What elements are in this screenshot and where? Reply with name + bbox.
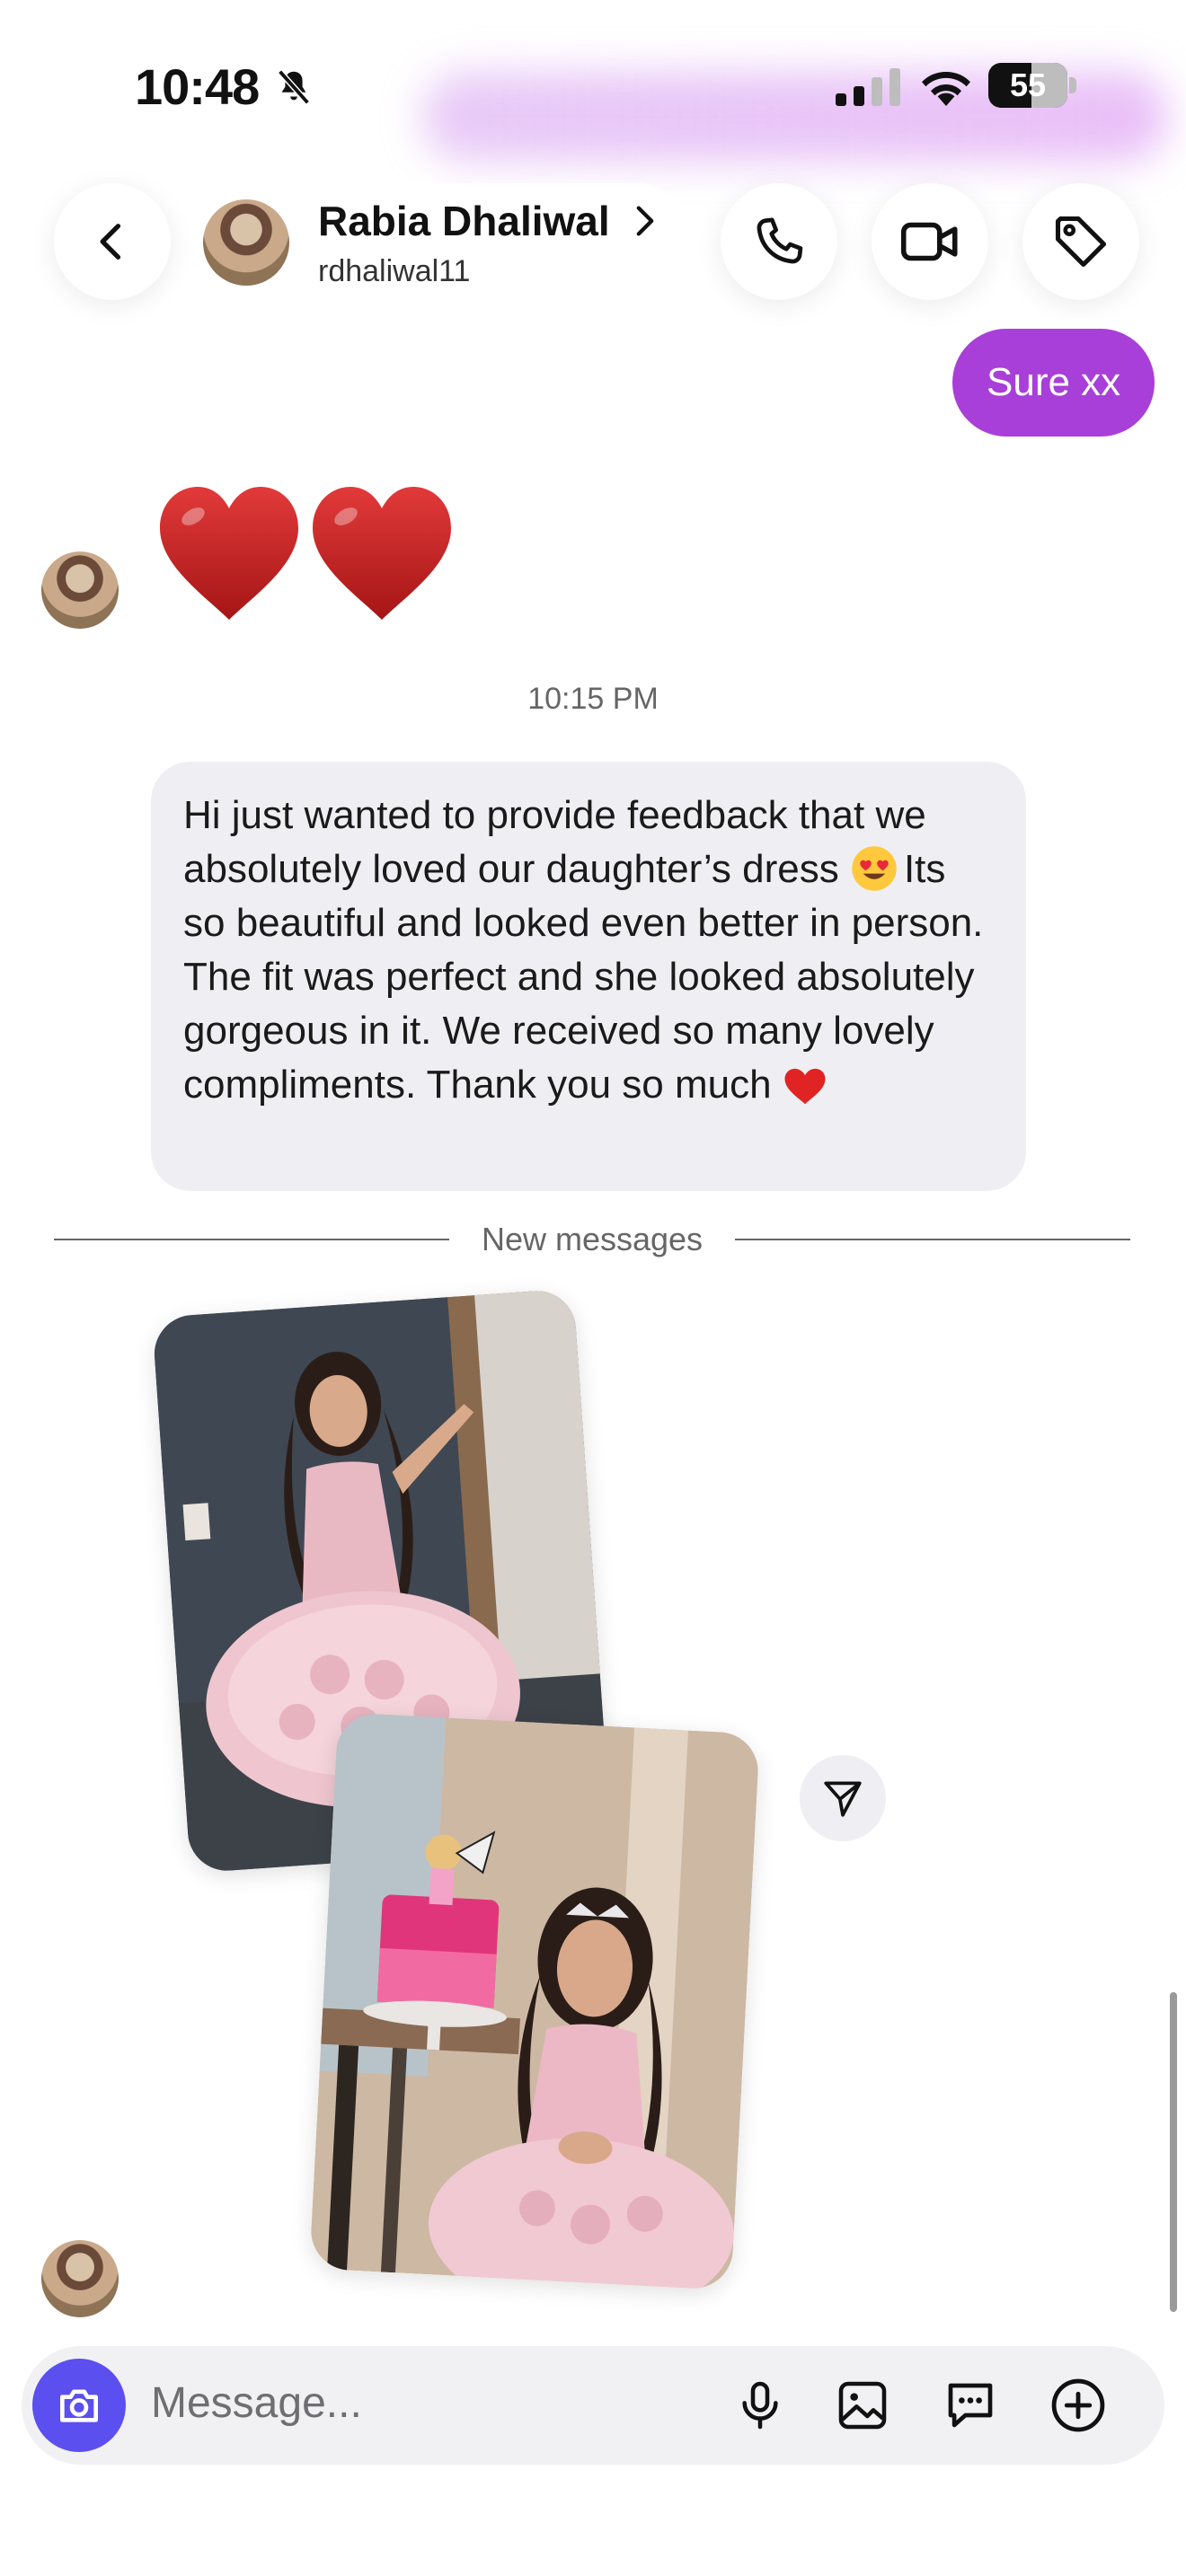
sticker-button[interactable] (934, 2369, 1006, 2441)
header-avatar[interactable] (203, 199, 289, 286)
message-input[interactable] (151, 2371, 708, 2434)
hearts-reaction-message[interactable] (153, 476, 458, 629)
video-call-button[interactable] (872, 183, 988, 300)
photo-2-image (309, 1712, 760, 2290)
status-time: 10:48 (135, 58, 260, 115)
divider-line-left (54, 1239, 449, 1240)
video-camera-icon (900, 222, 958, 261)
tag-button[interactable] (1022, 183, 1139, 300)
received-message-bubble[interactable]: Hi just wanted to provide feedback that … (151, 762, 1026, 1191)
heart-emoji-2 (313, 487, 451, 620)
sticker-icon (948, 2383, 993, 2428)
back-button[interactable] (54, 183, 171, 300)
phone-icon (757, 217, 803, 264)
gallery-button[interactable] (827, 2369, 898, 2441)
gallery-icon (838, 2381, 887, 2430)
tag-icon (1055, 216, 1107, 268)
battery-tip (1069, 77, 1076, 93)
voice-call-button[interactable] (721, 183, 837, 300)
cellular-signal-icon (836, 68, 900, 106)
bell-slash-icon (278, 69, 310, 105)
heart-eyes-emoji-icon (852, 846, 897, 891)
scrollbar[interactable] (1170, 1992, 1177, 2312)
wifi-icon (922, 71, 970, 106)
chevron-right-icon (636, 206, 654, 236)
more-options-button[interactable] (1042, 2369, 1114, 2441)
contact-handle: rdhaliwal11 (318, 254, 471, 288)
divider-line-right (735, 1239, 1130, 1240)
camera-button[interactable] (32, 2359, 126, 2452)
sender-avatar[interactable] (41, 2240, 119, 2317)
new-messages-divider-label: New messages (481, 1221, 704, 1257)
red-heart-emoji-icon (784, 1068, 826, 1105)
contact-name[interactable]: Rabia Dhaliwal (318, 194, 610, 248)
sent-message-bubble[interactable]: Sure xx (952, 329, 1155, 437)
battery-icon: 55 (988, 63, 1078, 108)
back-chevron-icon (100, 224, 121, 260)
message-timestamp: 10:15 PM (527, 682, 659, 716)
camera-icon (60, 2389, 98, 2422)
sender-avatar[interactable] (41, 551, 119, 629)
received-text-line1: Hi just wanted to provide feedback that … (183, 793, 926, 891)
battery-level: 55 (1009, 66, 1047, 103)
paper-plane-icon (824, 1781, 862, 1817)
share-button[interactable] (800, 1755, 886, 1841)
heart-emoji-1 (160, 487, 298, 620)
voice-message-button[interactable] (724, 2369, 796, 2441)
plus-circle-icon (1051, 2378, 1105, 2432)
photo-attachment-2[interactable] (309, 1712, 760, 2290)
microphone-icon (742, 2381, 778, 2430)
